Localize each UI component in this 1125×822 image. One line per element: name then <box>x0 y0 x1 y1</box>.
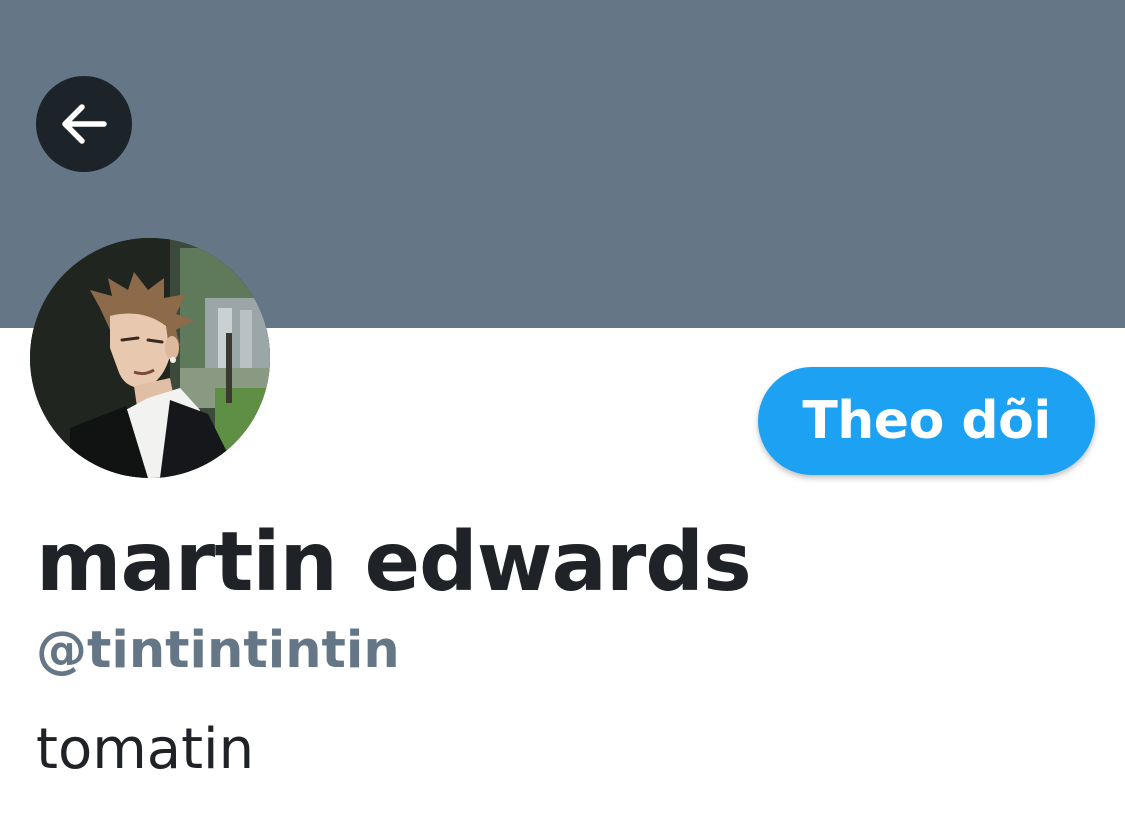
profile-handle: @tintintintin <box>36 621 400 680</box>
profile-page: Theo dõi martin edwards @tintintintin to… <box>0 0 1125 822</box>
back-button[interactable] <box>36 76 132 172</box>
follow-button[interactable]: Theo dõi <box>758 367 1095 475</box>
avatar[interactable] <box>30 238 270 478</box>
arrow-left-icon <box>62 104 107 144</box>
profile-display-name: martin edwards <box>36 515 752 610</box>
profile-photo <box>30 238 270 478</box>
profile-bio: tomatin <box>36 717 255 782</box>
